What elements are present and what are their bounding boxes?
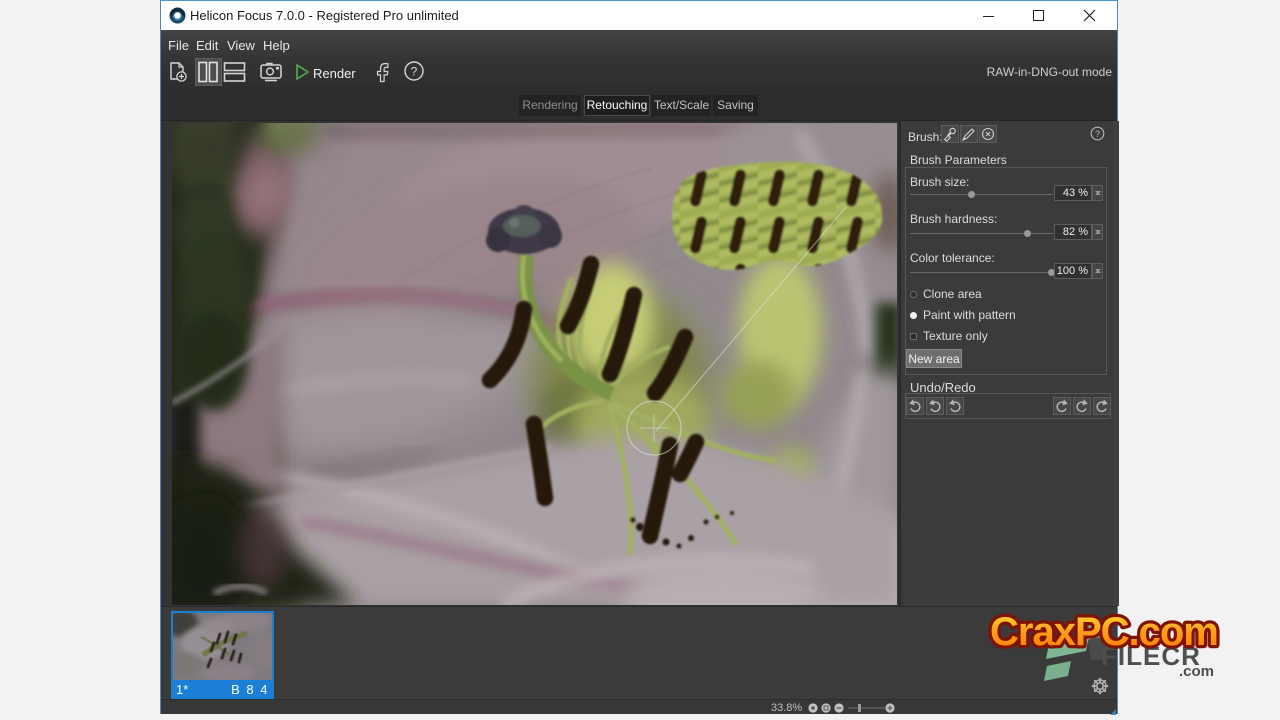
svg-text:?: ? [1095,129,1100,139]
svg-text:CraxPC.com: CraxPC.com [990,610,1218,654]
svg-text:?: ? [411,65,418,79]
svg-text:.com: .com [1179,663,1214,680]
